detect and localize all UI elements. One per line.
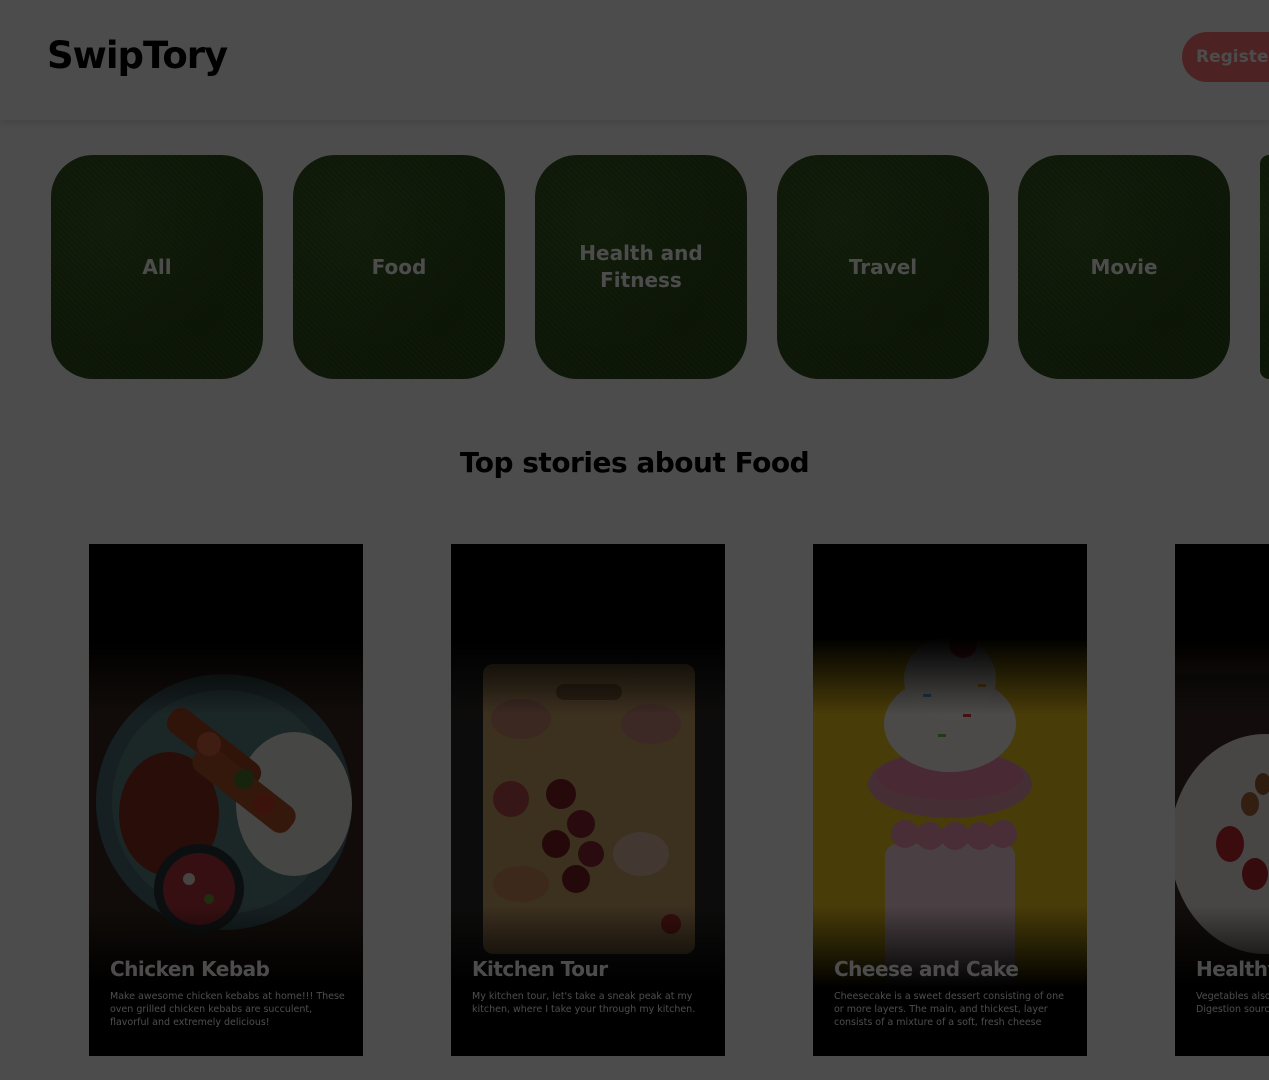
story-title: Healthy <box>1196 957 1269 981</box>
category-label: Movie <box>1090 254 1158 279</box>
category-label: Food <box>371 254 427 279</box>
app-logo[interactable]: SwipTory <box>47 34 228 77</box>
category-label: Health and Fitness <box>579 241 703 292</box>
register-button[interactable]: Register Now <box>1182 32 1269 82</box>
story-bottom-gradient <box>1175 906 1269 1056</box>
story-bottom-gradient <box>813 906 1087 1056</box>
story-card-kitchen-tour[interactable]: Kitchen Tour My kitchen tour, let's take… <box>451 544 725 1056</box>
category-travel[interactable]: Travel <box>777 155 989 379</box>
story-top-gradient <box>451 544 725 714</box>
category-partial[interactable] <box>1260 155 1269 379</box>
category-movie[interactable]: Movie <box>1018 155 1230 379</box>
story-bottom-gradient <box>451 906 725 1056</box>
category-all[interactable]: All <box>51 155 263 379</box>
story-title: Cheese and Cake <box>834 957 1019 981</box>
category-health-fitness[interactable]: Health and Fitness <box>535 155 747 379</box>
story-description: Make awesome chicken kebabs at home!!! T… <box>110 991 345 1028</box>
category-food[interactable]: Food <box>293 155 505 379</box>
category-label: All <box>142 254 172 279</box>
story-title: Kitchen Tour <box>472 957 608 981</box>
story-bottom-gradient <box>89 906 363 1056</box>
section-title: Top stories about Food <box>459 446 810 479</box>
category-label: Travel <box>848 254 918 279</box>
navbar: SwipTory Register Now <box>0 0 1269 120</box>
story-top-gradient <box>813 544 1087 714</box>
story-description: My kitchen tour, let's take a sneak peak… <box>472 991 696 1015</box>
story-card-chicken-kebab[interactable]: Chicken Kebab Make awesome chicken kebab… <box>89 544 363 1056</box>
story-top-gradient <box>1175 544 1269 714</box>
story-card-healthy[interactable]: Healthy Vegetables also improved Digesti… <box>1175 544 1269 1056</box>
story-card-cheese-and-cake[interactable]: Cheese and Cake Cheesecake is a sweet de… <box>813 544 1087 1056</box>
story-description: Cheesecake is a sweet dessert consisting… <box>834 991 1064 1028</box>
story-description: Vegetables also improved Digestion sourc… <box>1196 991 1269 1015</box>
story-top-gradient <box>89 544 363 714</box>
story-title: Chicken Kebab <box>110 957 270 981</box>
page: SwipTory Register Now All Food Health an… <box>0 0 1269 1080</box>
